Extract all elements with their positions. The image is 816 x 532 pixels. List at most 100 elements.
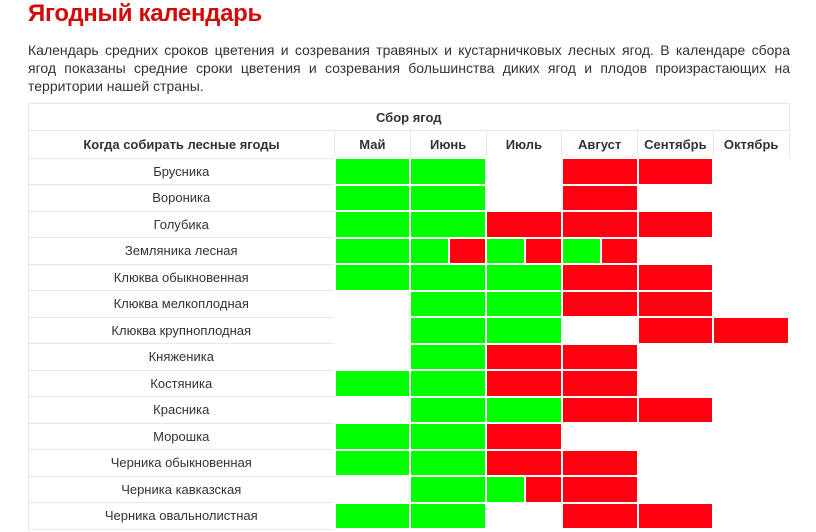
table-row: Клюква крупноплодная: [28, 316, 790, 345]
month-cell-harvest: [636, 157, 715, 186]
month-cell-empty: [636, 236, 715, 265]
month-cell-flowering-harvest: [409, 236, 487, 265]
month-cell-flowering: [409, 369, 487, 398]
month-cell-empty: [333, 316, 412, 345]
month-cell-flowering: [409, 263, 487, 292]
month-cell-flowering: [409, 475, 487, 504]
month-cell-empty: [712, 263, 790, 292]
month-cell-flowering: [409, 342, 487, 371]
month-cell-harvest: [636, 395, 715, 424]
month-cell-harvest: [485, 369, 563, 398]
month-cell-empty: [636, 475, 715, 504]
table-row: Клюква обыкновенная: [28, 263, 790, 292]
month-cell-flowering-harvest: [485, 475, 563, 504]
month-cell-flowering: [409, 183, 487, 212]
month-cell-flowering-harvest: [560, 236, 639, 265]
month-cell-flowering: [485, 263, 563, 292]
page-title: Ягодный календарь: [28, 0, 262, 27]
table-row: Черника овальнолистная: [28, 501, 790, 530]
month-cell-flowering: [409, 289, 487, 318]
berry-name: Брусника: [28, 157, 335, 185]
month-cell-empty: [712, 236, 790, 265]
month-cell-harvest: [560, 475, 639, 504]
month-cell-harvest: [712, 316, 790, 345]
month-cell-flowering: [409, 157, 487, 186]
month-cell-empty: [333, 395, 412, 424]
harvest-half: [448, 238, 485, 263]
month-cell-flowering: [333, 263, 412, 292]
month-cell-harvest: [560, 395, 639, 424]
berry-name: Клюква обыкновенная: [28, 263, 335, 291]
month-cell-empty: [636, 369, 715, 398]
month-cell-empty: [712, 501, 790, 530]
month-cell-harvest: [560, 342, 639, 371]
month-cell-flowering: [333, 183, 412, 212]
month-cell-flowering: [409, 316, 487, 345]
month-header: Сентябрь: [637, 130, 714, 159]
month-cell-empty: [485, 157, 563, 186]
berry-name: Голубика: [28, 210, 335, 238]
month-cell-harvest: [636, 316, 715, 345]
month-cell-harvest: [636, 263, 715, 292]
month-cell-harvest: [485, 342, 563, 371]
month-cell-empty: [333, 289, 412, 318]
flowering-half: [487, 238, 524, 263]
berry-name: Вороника: [28, 184, 335, 212]
table-row: Голубика: [28, 210, 790, 239]
month-cell-empty: [712, 395, 790, 424]
month-cell-empty: [636, 183, 715, 212]
month-cell-empty: [712, 475, 790, 504]
berry-name: Черника овальнолистная: [28, 502, 335, 530]
harvest-half: [523, 477, 561, 502]
month-cell-empty: [485, 501, 563, 530]
month-cell-empty: [712, 183, 790, 212]
month-cell-flowering: [333, 157, 412, 186]
month-cell-flowering: [333, 210, 412, 239]
month-cell-flowering-harvest: [485, 236, 563, 265]
month-cell-flowering: [333, 422, 412, 451]
table-row: Морошка: [28, 422, 790, 451]
table-row: Земляника лесная: [28, 236, 790, 265]
month-cell-harvest: [636, 501, 715, 530]
month-cell-harvest: [560, 448, 639, 477]
month-cell-empty: [636, 448, 715, 477]
berry-name: Морошка: [28, 422, 335, 450]
month-cell-empty: [712, 369, 790, 398]
intro-text: Календарь средних сроков цветения и созр…: [28, 42, 790, 94]
month-cell-flowering: [333, 369, 412, 398]
month-cell-empty: [333, 342, 412, 371]
month-cell-empty: [712, 157, 790, 186]
month-cell-harvest: [560, 210, 639, 239]
month-cell-empty: [712, 289, 790, 318]
month-cell-harvest: [636, 210, 715, 239]
table-row: Черника обыкновенная: [28, 448, 790, 477]
month-cell-empty: [636, 422, 715, 451]
table-row: Клюква мелкоплодная: [28, 289, 790, 318]
table-row: Черника кавказская: [28, 475, 790, 504]
table-row: Костяника: [28, 369, 790, 398]
berry-column-header: Когда собирать лесные ягоды: [28, 130, 335, 159]
berry-name: Земляника лесная: [28, 237, 335, 265]
month-cell-harvest: [560, 289, 639, 318]
month-cell-harvest: [485, 210, 563, 239]
month-cell-empty: [485, 183, 563, 212]
month-cell-empty: [333, 475, 412, 504]
month-cell-harvest: [560, 369, 639, 398]
month-cell-flowering: [333, 448, 412, 477]
month-cell-flowering: [485, 395, 563, 424]
month-header: Июль: [485, 130, 563, 159]
month-cell-harvest: [636, 289, 715, 318]
month-cell-empty: [560, 316, 639, 345]
berry-name: Костяника: [28, 369, 335, 397]
month-cell-harvest: [560, 157, 639, 186]
month-cell-empty: [712, 448, 790, 477]
month-header: Октябрь: [712, 130, 790, 159]
table-row: Княженика: [28, 342, 790, 371]
berry-name: Клюква крупноплодная: [28, 316, 335, 344]
month-cell-harvest: [560, 501, 639, 530]
month-cell-empty: [712, 342, 790, 371]
month-cell-flowering: [409, 448, 487, 477]
month-cell-flowering: [333, 501, 412, 530]
table-row: Брусника: [28, 157, 790, 186]
month-header: Июнь: [409, 130, 487, 159]
